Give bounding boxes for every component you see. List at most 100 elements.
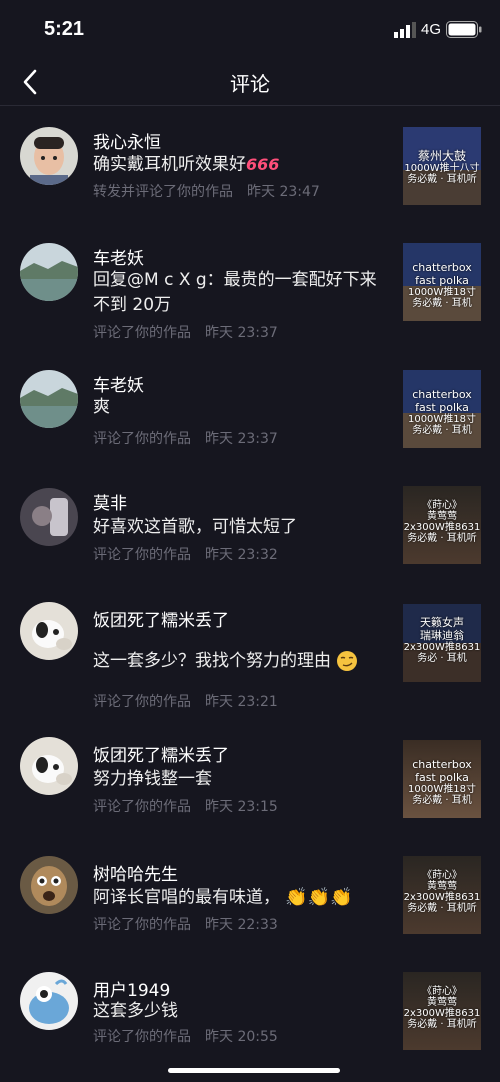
comment-username[interactable]: 树哈哈先生 <box>93 860 178 885</box>
comment-meta: 评论了你的作品 昨天 23:37 <box>93 428 292 448</box>
status-bar: 5:21 4G <box>0 0 500 60</box>
comment-username[interactable]: 车老妖 <box>93 371 144 396</box>
thumb-line: 1000W推18寸 <box>407 287 477 298</box>
comment-username[interactable]: 用户1949 <box>93 976 170 1001</box>
thumb-line: 蔡州大鼓 <box>417 149 466 163</box>
comment-time: 昨天 23:32 <box>205 547 278 563</box>
thumb-line: chatterbox <box>412 758 472 771</box>
comment-time: 昨天 20:55 <box>205 1029 278 1045</box>
list-item[interactable]: 树哈哈先生 阿译长官唱的最有味道， 👏👏👏 评论了你的作品 昨天 22:33 《莳… <box>0 836 500 952</box>
avatar[interactable] <box>20 856 78 914</box>
smirk-emoji-icon <box>337 651 358 671</box>
thumb-line: 2x300W推8631 <box>403 892 481 903</box>
comment-username[interactable]: 饭团死了糯米丢了 <box>93 606 229 631</box>
comment-text: 回复@M c X g：最贵的一套配好下来不到 20万 <box>93 270 377 315</box>
thumb-line: 1000W推十八寸 <box>404 163 480 174</box>
status-time: 5:21 <box>44 18 85 40</box>
thumb-line: 《莳心》 <box>422 500 462 511</box>
nav-bar: 评论 <box>0 60 500 106</box>
thumb-line: 1000W推18寸 <box>407 784 477 795</box>
home-indicator[interactable] <box>168 1068 340 1073</box>
comment-text: 这一套多少？我找个努力的理由 <box>93 649 388 674</box>
video-thumbnail[interactable]: 蔡州大鼓 1000W推十八寸 务必戴 · 耳机听 <box>403 127 481 205</box>
thumb-line: 务必戴 · 耳机听 <box>407 533 477 544</box>
avatar[interactable] <box>20 972 78 1030</box>
thumb-line: 瑞琳迪翁 <box>420 629 464 642</box>
comment-action: 转发并评论了你的作品 <box>93 184 233 200</box>
video-thumbnail[interactable]: chatterbox fast polka 1000W推18寸 务必戴 · 耳机 <box>403 370 481 448</box>
comment-body: 确实戴耳机听效果好 <box>93 154 246 175</box>
thumb-line: fast polka <box>415 274 469 287</box>
video-thumbnail[interactable]: 《莳心》 黄莺莺 2x300W推8631 务必戴 · 耳机听 <box>403 972 481 1050</box>
thumb-line: 黄莺莺 <box>427 511 457 522</box>
comment-meta: 评论了你的作品 昨天 23:37 <box>93 322 292 342</box>
video-thumbnail[interactable]: 《莳心》 黄莺莺 2x300W推8631 务必戴 · 耳机听 <box>403 856 481 934</box>
list-item[interactable]: 饭团死了糯米丢了 这一套多少？我找个努力的理由 评论了你的作品 昨天 23:21 … <box>0 585 500 720</box>
comment-action: 评论了你的作品 <box>93 547 191 563</box>
comment-time: 昨天 22:33 <box>205 917 278 933</box>
comment-meta: 转发并评论了你的作品 昨天 23:47 <box>93 181 334 201</box>
comment-time: 昨天 23:37 <box>205 325 278 341</box>
comment-username[interactable]: 莫非 <box>93 489 127 514</box>
page-title: 评论 <box>230 72 270 96</box>
comment-text: 这套多少钱 <box>93 1001 178 1021</box>
avatar[interactable] <box>20 370 78 428</box>
list-item[interactable]: 饭团死了糯米丢了 努力挣钱整一套 评论了你的作品 昨天 23:15 chatter… <box>0 720 500 836</box>
list-item[interactable]: 车老妖 爽 评论了你的作品 昨天 23:37 chatterbox fast po… <box>0 349 500 467</box>
thumb-line: 《莳心》 <box>422 870 462 881</box>
signal-icon <box>394 22 416 38</box>
comment-text: 确实戴耳机听效果好666 <box>93 152 388 178</box>
list-item[interactable]: 车老妖 回复@M c X g：最贵的一套配好下来不到 20万 评论了你的作品 昨天… <box>0 222 500 349</box>
thumb-line: 2x300W推8631 <box>403 642 481 653</box>
comment-text: 努力挣钱整一套 <box>93 769 212 789</box>
comment-username[interactable]: 饭团死了糯米丢了 <box>93 741 229 766</box>
comment-action: 评论了你的作品 <box>93 799 191 815</box>
video-thumbnail[interactable]: chatterbox fast polka 1000W推18寸 务必戴 · 耳机 <box>403 243 481 321</box>
comment-meta: 评论了你的作品 昨天 20:55 <box>93 1026 292 1046</box>
comment-time: 昨天 23:47 <box>247 184 320 200</box>
thumb-line: 2x300W推8631 <box>403 1008 481 1019</box>
comment-time: 昨天 23:37 <box>205 431 278 447</box>
thumb-line: 务必戴 · 耳机 <box>412 425 472 436</box>
comment-meta: 评论了你的作品 昨天 22:33 <box>93 914 292 934</box>
thumb-line: 《莳心》 <box>422 986 462 997</box>
comment-meta: 评论了你的作品 昨天 23:32 <box>93 544 292 564</box>
thumb-line: 黄莺莺 <box>427 997 457 1008</box>
list-item[interactable]: 莫非 好喜欢这首歌，可惜太短了 评论了你的作品 昨天 23:32 《莳心》 黄莺莺… <box>0 467 500 585</box>
clapping-hands-icon: 👏👏👏 <box>285 887 353 908</box>
avatar[interactable] <box>20 737 78 795</box>
comment-text: 阿译长官唱的最有味道， 👏👏👏 <box>93 885 388 911</box>
video-thumbnail[interactable]: chatterbox fast polka 1000W推18寸 务必戴 · 耳机 <box>403 740 481 818</box>
video-thumbnail[interactable]: 《莳心》 黄莺莺 2x300W推8631 务必戴 · 耳机听 <box>403 486 481 564</box>
thumb-line: chatterbox <box>412 388 472 401</box>
thumb-line: 务必 · 耳机 <box>417 653 467 664</box>
emoji-666: 666 <box>246 155 280 174</box>
video-thumbnail[interactable]: 天籁女声 瑞琳迪翁 2x300W推8631 务必 · 耳机 <box>403 604 481 682</box>
thumb-line: 务必戴 · 耳机 <box>412 298 472 309</box>
thumb-line: 黄莺莺 <box>427 881 457 892</box>
network-label: 4G <box>421 21 442 38</box>
thumb-line: 务必戴 · 耳机听 <box>407 174 477 185</box>
comment-time: 昨天 23:15 <box>205 799 278 815</box>
comment-body: 阿译长官唱的最有味道， <box>93 887 280 908</box>
thumb-line: fast polka <box>415 771 469 784</box>
thumb-line: chatterbox <box>412 261 472 274</box>
comment-meta: 评论了你的作品 昨天 23:15 <box>93 796 292 816</box>
comment-body: 这一套多少？我找个努力的理由 <box>93 651 331 671</box>
comment-text: 爽 <box>93 397 110 417</box>
comment-username[interactable]: 我心永恒 <box>93 128 161 153</box>
thumb-line: 天籁女声 <box>420 616 464 629</box>
comment-action: 评论了你的作品 <box>93 1029 191 1045</box>
thumb-line: 务必戴 · 耳机听 <box>407 1019 477 1030</box>
list-item[interactable]: 我心永恒 确实戴耳机听效果好666 转发并评论了你的作品 昨天 23:47 蔡州大… <box>0 106 500 222</box>
avatar[interactable] <box>20 243 78 301</box>
thumb-line: 1000W推18寸 <box>407 414 477 425</box>
avatar[interactable] <box>20 127 78 185</box>
avatar[interactable] <box>20 602 78 660</box>
comment-action: 评论了你的作品 <box>93 325 191 341</box>
list-item[interactable]: 用户1949 这套多少钱 评论了你的作品 昨天 20:55 《莳心》 黄莺莺 2x… <box>0 952 500 1068</box>
comment-username[interactable]: 车老妖 <box>93 244 144 269</box>
comment-meta: 评论了你的作品 昨天 23:21 <box>93 691 292 711</box>
battery-icon <box>446 21 482 38</box>
avatar[interactable] <box>20 488 78 546</box>
